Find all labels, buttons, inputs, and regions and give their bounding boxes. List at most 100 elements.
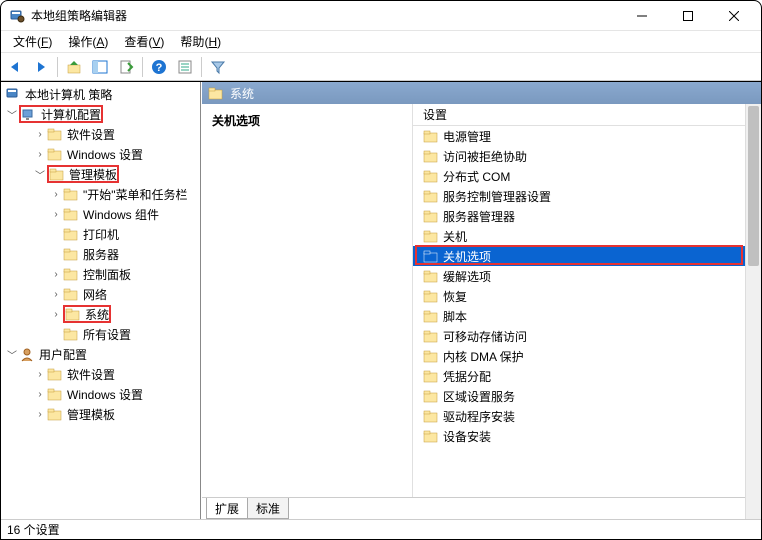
tree-software-settings[interactable]: ›软件设置 — [5, 124, 200, 144]
tree-all-settings[interactable]: ›所有设置 — [5, 324, 200, 344]
tree-network[interactable]: › 网络 — [5, 284, 200, 304]
list-item[interactable]: 凭据分配 — [413, 366, 761, 386]
svg-text:?: ? — [156, 62, 163, 74]
vertical-scrollbar[interactable] — [745, 104, 761, 519]
filter-button[interactable] — [206, 55, 230, 79]
tree-root[interactable]: 本地计算机 策略 — [5, 84, 200, 104]
show-hide-tree-button[interactable] — [88, 55, 112, 79]
tree-root-label: 本地计算机 策略 — [25, 86, 112, 103]
expand-toggle-icon[interactable]: ﹀ — [5, 347, 19, 362]
tree-label: 所有设置 — [83, 326, 131, 343]
detail-panel: 关机选项 — [202, 104, 412, 497]
tree-printers[interactable]: ›打印机 — [5, 224, 200, 244]
help-button[interactable]: ? — [147, 55, 171, 79]
folder-icon — [423, 308, 439, 324]
list-item[interactable]: 电源管理 — [413, 126, 761, 146]
tree-pane[interactable]: 本地计算机 策略 ﹀ 计算机配置 › 软件设置 ›Windows 设置 ﹀ 管理模… — [1, 82, 201, 519]
tree-admin-templates[interactable]: ﹀ 管理模板 — [5, 164, 200, 184]
folder-icon — [423, 168, 439, 184]
list-item[interactable]: 恢复 — [413, 286, 761, 306]
folder-icon — [423, 388, 439, 404]
tree-label: Windows 组件 — [83, 206, 159, 223]
tree-label: 控制面板 — [83, 266, 131, 283]
close-button[interactable] — [711, 1, 757, 31]
bottom-tabs: 扩展 标准 — [202, 497, 761, 519]
menu-file[interactable]: 文件(F) — [5, 31, 60, 52]
list-item-label: 可移动存储访问 — [443, 328, 527, 345]
list-item-label: 脚本 — [443, 308, 467, 325]
expand-toggle-icon[interactable]: › — [49, 209, 63, 220]
list-header: 系统 — [202, 82, 761, 104]
column-header-settings[interactable]: 设置 — [413, 104, 761, 126]
tree-windows-components[interactable]: › Windows 组件 — [5, 204, 200, 224]
tree-label: 软件设置 — [67, 366, 115, 383]
tree-start-menu[interactable]: › "开始"菜单和任务栏 — [5, 184, 200, 204]
list-item[interactable]: 内核 DMA 保护 — [413, 346, 761, 366]
tree-u-admin[interactable]: ›管理模板 — [5, 404, 200, 424]
expand-toggle-icon[interactable]: › — [33, 369, 47, 380]
tree-label: "开始"菜单和任务栏 — [83, 186, 188, 203]
export-button[interactable] — [114, 55, 138, 79]
expand-toggle-icon[interactable]: › — [33, 409, 47, 420]
list-item[interactable]: 脚本 — [413, 306, 761, 326]
maximize-button[interactable] — [665, 1, 711, 31]
tree-label: 计算机配置 — [41, 106, 101, 123]
tree-label: 网络 — [83, 286, 107, 303]
tree-system[interactable]: › 系统 — [5, 304, 200, 324]
folder-icon — [423, 348, 439, 364]
list-item-label: 关机 — [443, 228, 467, 245]
tree-u-software[interactable]: › 软件设置 — [5, 364, 200, 384]
list-item[interactable]: 关机选项 — [413, 246, 761, 266]
expand-toggle-icon[interactable]: › — [33, 389, 47, 400]
menu-view[interactable]: 查看(V) — [116, 31, 172, 52]
tree-user-config[interactable]: ﹀ 用户配置 — [5, 344, 200, 364]
menu-action[interactable]: 操作(A) — [60, 31, 116, 52]
tree-u-windows[interactable]: ›Windows 设置 — [5, 384, 200, 404]
tab-standard[interactable]: 标准 — [247, 498, 289, 519]
expand-toggle-icon[interactable]: › — [49, 189, 63, 200]
menu-help[interactable]: 帮助(H) — [172, 31, 229, 52]
list-item[interactable]: 服务控制管理器设置 — [413, 186, 761, 206]
up-button[interactable] — [62, 55, 86, 79]
detail-title: 关机选项 — [212, 114, 260, 128]
properties-button[interactable] — [173, 55, 197, 79]
back-button[interactable] — [3, 55, 27, 79]
expand-toggle-icon[interactable]: › — [33, 129, 47, 140]
list-item[interactable]: 访问被拒绝协助 — [413, 146, 761, 166]
expand-toggle-icon[interactable]: ﹀ — [33, 167, 47, 182]
minimize-button[interactable] — [619, 1, 665, 31]
toolbar-separator — [142, 57, 143, 77]
list-item[interactable]: 设备安装 — [413, 426, 761, 446]
list-item-label: 驱动程序安装 — [443, 408, 515, 425]
folder-icon — [423, 128, 439, 144]
list-item[interactable]: 关机 — [413, 226, 761, 246]
expand-toggle-icon[interactable]: › — [49, 269, 63, 280]
tree-label: 用户配置 — [39, 346, 87, 363]
list-item[interactable]: 服务器管理器 — [413, 206, 761, 226]
list-header-title: 系统 — [230, 85, 254, 102]
list-item[interactable]: 驱动程序安装 — [413, 406, 761, 426]
expand-toggle-icon[interactable]: › — [49, 309, 63, 320]
folder-icon — [423, 288, 439, 304]
folder-icon — [423, 148, 439, 164]
folder-icon — [423, 368, 439, 384]
tree-windows-settings[interactable]: ›Windows 设置 — [5, 144, 200, 164]
tab-extended[interactable]: 扩展 — [206, 498, 248, 519]
items-container[interactable]: 电源管理访问被拒绝协助分布式 COM服务控制管理器设置服务器管理器关机关机选项缓… — [413, 126, 761, 497]
scrollbar-thumb[interactable] — [748, 106, 759, 266]
list-item[interactable]: 可移动存储访问 — [413, 326, 761, 346]
forward-button[interactable] — [29, 55, 53, 79]
list-item[interactable]: 分布式 COM — [413, 166, 761, 186]
expand-toggle-icon[interactable]: › — [33, 149, 47, 160]
tree-servers[interactable]: ›服务器 — [5, 244, 200, 264]
list-item-label: 服务器管理器 — [443, 208, 515, 225]
list-item[interactable]: 缓解选项 — [413, 266, 761, 286]
expand-toggle-icon[interactable]: ﹀ — [5, 107, 19, 122]
tree-computer-config[interactable]: ﹀ 计算机配置 — [5, 104, 200, 124]
list-item-label: 关机选项 — [443, 248, 491, 265]
tree-control-panel[interactable]: › 控制面板 — [5, 264, 200, 284]
list-item[interactable]: 区域设置服务 — [413, 386, 761, 406]
expand-toggle-icon[interactable]: › — [49, 289, 63, 300]
list-item-label: 内核 DMA 保护 — [443, 348, 524, 365]
folder-icon — [423, 328, 439, 344]
